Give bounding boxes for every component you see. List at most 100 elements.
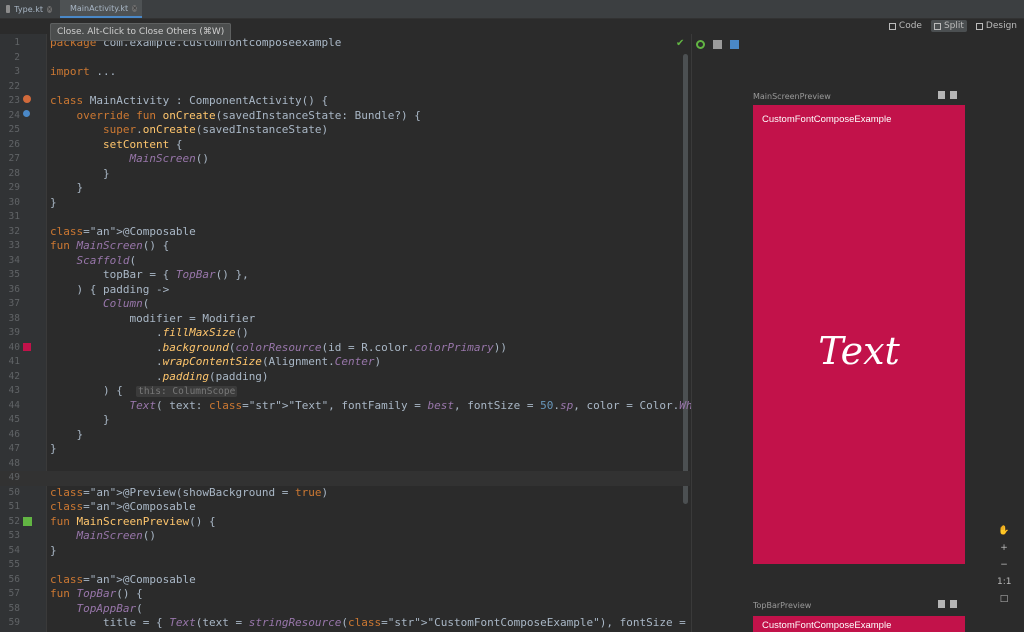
pan-icon[interactable]: ✋ xyxy=(997,526,1011,538)
editor-tab-bar: Type.kt × MainActivity.kt × xyxy=(0,0,1024,19)
code-line[interactable]: 51 class="an">@Composable xyxy=(0,500,690,515)
code-line[interactable]: 44 Text( text: class="str">"Text", fontF… xyxy=(0,399,719,414)
code-line[interactable]: 46 } xyxy=(0,428,690,443)
code-mode-button[interactable]: Code xyxy=(886,20,925,32)
split-mode-button[interactable]: Split xyxy=(930,20,967,32)
code-text: class="an">@Composable xyxy=(50,572,196,586)
code-line[interactable]: 47} xyxy=(0,442,690,457)
zoom-actual-button[interactable]: 1:1 xyxy=(997,577,1011,589)
code-line[interactable]: 34 Scaffold( xyxy=(0,254,690,269)
zoom-out-button[interactable]: − xyxy=(997,560,1011,572)
code-text: } xyxy=(50,427,84,441)
code-text: ) { padding -> xyxy=(50,282,170,296)
code-line[interactable]: 38 modifier = Modifier xyxy=(0,312,690,327)
code-line[interactable]: 52 fun MainScreenPreview() { xyxy=(0,515,690,530)
code-text: .wrapContentSize(Alignment.Center) xyxy=(50,355,382,368)
design-mode-button[interactable]: Design xyxy=(973,20,1020,32)
code-line[interactable]: 37 Column( xyxy=(0,297,690,312)
code-line[interactable]: 59 title = { Text(text = stringResource(… xyxy=(0,616,746,631)
deploy-icon[interactable] xyxy=(938,91,945,99)
code-line[interactable]: 53 MainScreen() xyxy=(0,529,690,544)
code-line[interactable]: 30} xyxy=(0,196,690,211)
line-number: 22 xyxy=(8,80,20,92)
code-text: .fillMaxSize() xyxy=(50,326,249,339)
zoom-in-button[interactable]: + xyxy=(997,543,1011,555)
view-mode-switch: Code Split Design xyxy=(886,20,1020,32)
code-text: MainScreen() xyxy=(129,152,209,165)
topbar-preview[interactable]: CustomFontComposeExample xyxy=(753,616,965,632)
close-icon[interactable]: × xyxy=(132,4,138,12)
code-line[interactable]: 2 xyxy=(0,51,690,66)
device-icon[interactable] xyxy=(950,600,957,608)
code-line[interactable]: 26 setContent { xyxy=(0,138,690,153)
code-text: class="an">@Composable xyxy=(50,500,196,513)
code-line[interactable]: 33 fun MainScreen() { xyxy=(0,239,690,254)
code-line[interactable]: 23 class MainActivity : ComponentActivity… xyxy=(0,94,690,109)
code-line[interactable]: 36 ) { padding -> xyxy=(0,283,690,298)
code-line[interactable]: 45 } xyxy=(0,413,690,428)
tab-type-kt[interactable]: Type.kt × xyxy=(0,0,58,18)
line-number: 51 xyxy=(8,501,20,512)
main-screen-preview[interactable]: CustomFontComposeExample Text xyxy=(753,105,965,564)
code-line[interactable]: 27 MainScreen() xyxy=(0,152,690,167)
line-number: 44 xyxy=(8,399,20,411)
code-line[interactable]: 49 xyxy=(0,471,690,486)
code-line[interactable]: 41 .wrapContentSize(Alignment.Center) xyxy=(0,355,690,370)
device-icon[interactable] xyxy=(950,91,957,99)
line-number: 37 xyxy=(8,298,20,309)
code-line[interactable]: 50 class="an">@Preview(showBackground = t… xyxy=(0,486,690,501)
code-line[interactable]: 35 topBar = { TopBar() }, xyxy=(0,268,690,283)
code-line[interactable]: 24 override fun onCreate(savedInstanceSt… xyxy=(0,109,690,124)
code-line[interactable]: 22 xyxy=(0,80,690,95)
code-mode-label: Code xyxy=(898,21,922,31)
layout-icon[interactable] xyxy=(713,40,722,49)
code-line[interactable]: 42 .padding(padding) xyxy=(0,370,690,385)
line-number: 36 xyxy=(8,283,20,295)
code-line[interactable]: 31 xyxy=(0,210,690,225)
line-number: 34 xyxy=(8,254,20,266)
close-icon[interactable]: × xyxy=(46,5,52,13)
line-number: 58 xyxy=(8,602,20,614)
topbar-preview-actions xyxy=(938,600,957,608)
line-number: 30 xyxy=(8,196,20,208)
design-mode-label: Design xyxy=(985,21,1017,31)
code-line[interactable]: 39 .fillMaxSize() xyxy=(0,326,690,341)
line-number: 59 xyxy=(8,617,20,628)
preview-toolbar xyxy=(696,40,739,49)
code-text: topBar = { TopBar() }, xyxy=(50,268,249,281)
line-number: 53 xyxy=(8,530,20,541)
zoom-controls: ✋ + − 1:1 □ xyxy=(994,526,1014,606)
code-line[interactable]: 28 } xyxy=(0,167,690,182)
code-text: .padding(padding) xyxy=(50,369,269,383)
close-tooltip: Close. Alt-Click to Close Others (⌘W) xyxy=(50,23,232,41)
code-line[interactable]: 48 xyxy=(0,457,690,472)
line-number: 25 xyxy=(8,124,20,135)
deploy-icon[interactable] xyxy=(938,600,945,608)
code-line[interactable]: 43 ) { this: ColumnScope xyxy=(0,384,690,399)
tab-label: Type.kt xyxy=(14,4,43,14)
code-line[interactable]: 54} xyxy=(0,544,690,559)
layers-icon[interactable] xyxy=(730,40,739,49)
code-text: } xyxy=(50,442,57,455)
refresh-icon[interactable] xyxy=(696,40,705,49)
zoom-fit-button[interactable]: □ xyxy=(997,594,1011,606)
code-line[interactable]: 29 } xyxy=(0,181,690,196)
code-text: } xyxy=(50,543,57,557)
code-line[interactable]: 32 class="an">@Composable xyxy=(0,225,690,240)
code-line[interactable]: 3 import ... xyxy=(0,65,690,80)
tab-mainactivity-kt[interactable]: MainActivity.kt × xyxy=(60,0,142,18)
code-line[interactable]: 57 fun TopBar() { xyxy=(0,587,690,602)
line-number: 48 xyxy=(8,457,20,469)
code-text: override fun onCreate(savedInstanceState… xyxy=(76,108,421,122)
line-number: 49 xyxy=(8,472,20,483)
code-text: Text( text: class="str">"Text", fontFami… xyxy=(129,398,718,412)
code-line[interactable]: 25 super.onCreate(savedInstanceState) xyxy=(0,123,690,138)
code-line[interactable]: 56 class="an">@Composable xyxy=(0,573,690,588)
line-number: 47 xyxy=(8,443,20,454)
code-editor[interactable]: ✔ 1 package com.example.customfontcompose… xyxy=(0,34,746,632)
code-line[interactable]: 40 .background(colorResource(id = R.colo… xyxy=(0,341,690,356)
line-number: 23 xyxy=(8,95,20,106)
preview-actions xyxy=(938,91,957,99)
code-line[interactable]: 58 TopAppBar( xyxy=(0,602,690,617)
code-line[interactable]: 55 xyxy=(0,558,690,573)
